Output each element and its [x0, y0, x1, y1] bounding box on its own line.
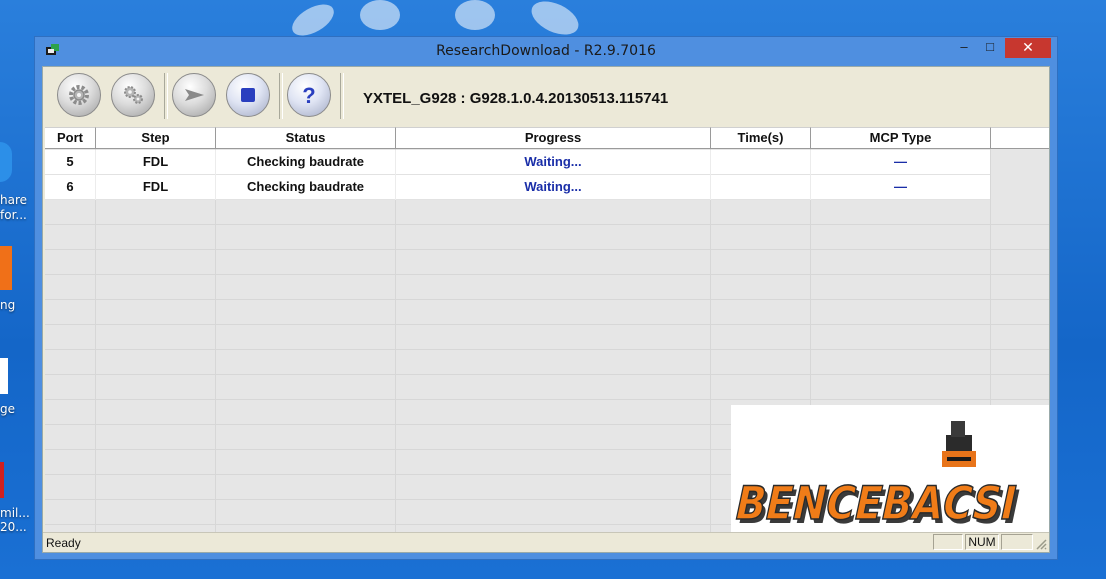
- table-row[interactable]: 6 FDL Checking baudrate Waiting... —: [45, 175, 990, 200]
- start-download-button[interactable]: [172, 73, 216, 117]
- grid-line: [45, 249, 1049, 250]
- column-header-port[interactable]: Port: [45, 127, 96, 149]
- device-info-label: YXTEL_G928 : G928.1.0.4.20130513.115741: [363, 90, 669, 107]
- minimize-button[interactable]: –: [951, 38, 977, 58]
- time-cell: [711, 150, 811, 175]
- table-header: Port Step Status Progress Time(s) MCP Ty…: [45, 127, 1049, 149]
- desktop-icon-label: mil...: [0, 506, 30, 520]
- help-button[interactable]: ?: [287, 73, 331, 117]
- settings-button[interactable]: [111, 73, 155, 117]
- status-cell: Checking baudrate: [216, 175, 396, 200]
- title-bar[interactable]: ResearchDownload - R2.9.7016 – □ ✕: [35, 37, 1057, 65]
- stop-icon: [241, 88, 255, 102]
- close-button[interactable]: ✕: [1005, 38, 1051, 58]
- help-icon: ?: [302, 83, 315, 107]
- grid-line: [45, 224, 1049, 225]
- column-header-progress[interactable]: Progress: [396, 127, 711, 149]
- grid-line: [45, 349, 1049, 350]
- client-area: ? YXTEL_G928 : G928.1.0.4.20130513.11574…: [42, 66, 1050, 553]
- toolbar-separator: [164, 73, 168, 119]
- stop-download-button[interactable]: [226, 73, 270, 117]
- desktop-icon-label: 20...: [0, 520, 27, 534]
- wallpaper-petal: [360, 0, 400, 30]
- grid-line: [395, 149, 396, 538]
- port-status-table: Port Step Status Progress Time(s) MCP Ty…: [45, 127, 1049, 538]
- desktop-icon-file[interactable]: [0, 358, 8, 394]
- grid-line: [45, 374, 1049, 375]
- gear-icon: [69, 85, 89, 105]
- toolbar: ? YXTEL_G928 : G928.1.0.4.20130513.11574…: [43, 67, 1049, 125]
- column-header-status[interactable]: Status: [216, 127, 396, 149]
- port-cell: 6: [45, 175, 96, 200]
- desktop-icon-label: hare: [0, 193, 28, 207]
- status-text: Ready: [46, 536, 81, 550]
- grid-line: [45, 299, 1049, 300]
- grid-line: [215, 149, 216, 538]
- load-packet-button[interactable]: [57, 73, 101, 117]
- desktop-icon-label: ge: [0, 402, 15, 416]
- gears-icon: [124, 86, 143, 104]
- watermark-logo: BENCEBACSI BENCEBACSI: [730, 405, 1049, 538]
- table-row[interactable]: 5 FDL Checking baudrate Waiting... —: [45, 150, 990, 175]
- mcp-type-cell: —: [894, 179, 907, 194]
- time-cell: [711, 175, 811, 200]
- step-cell: FDL: [96, 150, 216, 175]
- grid-line: [45, 324, 1049, 325]
- resize-grip-icon[interactable]: [1035, 538, 1047, 550]
- grid-line: [45, 399, 1049, 400]
- maximize-button[interactable]: □: [977, 38, 1003, 58]
- column-header-mcp-type[interactable]: MCP Type: [811, 127, 991, 149]
- toolbar-separator: [279, 73, 283, 119]
- port-cell: 5: [45, 150, 96, 175]
- status-bar: Ready NUM: [43, 532, 1049, 552]
- research-download-window: ResearchDownload - R2.9.7016 – □ ✕ ? YXT…: [34, 36, 1058, 560]
- num-lock-indicator: NUM: [965, 534, 999, 550]
- grid-line: [95, 149, 96, 538]
- logo-image: BENCEBACSI BENCEBACSI: [730, 421, 1025, 534]
- mcp-type-cell: —: [894, 154, 907, 169]
- column-header-step[interactable]: Step: [96, 127, 216, 149]
- step-cell: FDL: [96, 175, 216, 200]
- status-panel: [933, 534, 963, 550]
- play-icon: [185, 89, 204, 101]
- status-cell: Checking baudrate: [216, 150, 396, 175]
- desktop-icon-red[interactable]: [0, 462, 4, 498]
- grid-line: [710, 149, 711, 538]
- column-header-filler: [991, 127, 1049, 149]
- svg-text:?: ?: [302, 83, 315, 107]
- grid-line: [45, 274, 1049, 275]
- progress-cell: Waiting...: [396, 150, 711, 175]
- window-title: ResearchDownload - R2.9.7016: [436, 43, 656, 59]
- status-panel: [1001, 534, 1033, 550]
- logo-text: BENCEBACSI: [731, 476, 1022, 529]
- desktop-icon-share[interactable]: [0, 142, 12, 182]
- progress-cell: Waiting...: [396, 175, 711, 200]
- wallpaper-petal: [455, 0, 495, 30]
- desktop-icon-app[interactable]: [0, 246, 12, 290]
- desktop-icon-label: ng: [0, 298, 16, 312]
- column-header-time[interactable]: Time(s): [711, 127, 811, 149]
- toolbar-separator: [340, 73, 344, 119]
- desktop-icon-label: for...: [0, 208, 27, 222]
